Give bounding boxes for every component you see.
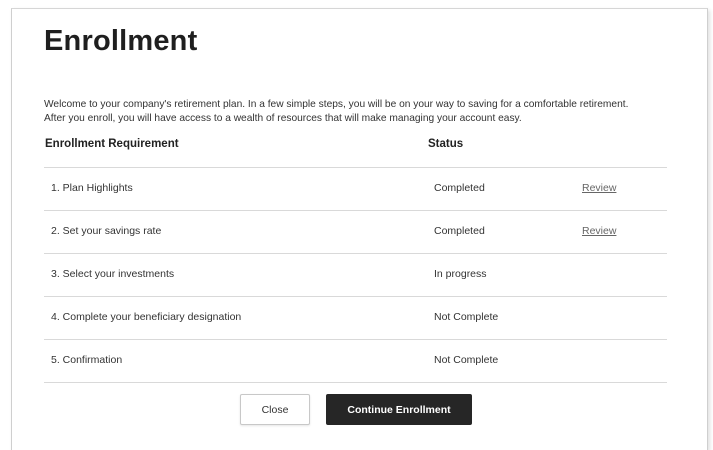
intro-text: Welcome to your company's retirement pla… [44,98,684,126]
row-requirement: 5. Confirmation [51,354,123,366]
row-status: Not Complete [434,311,499,323]
row-requirement: 4. Complete your beneficiary designation [51,311,242,323]
table-row: 3. Select your investments In progress [44,254,667,297]
row-status: Not Complete [434,354,499,366]
enrollment-table: Enrollment Requirement Status 1. Plan Hi… [44,136,667,383]
row-requirement: 3. Select your investments [51,268,175,280]
page-title: Enrollment [44,25,198,57]
review-link[interactable]: Review [582,182,616,194]
row-requirement: 2. Set your savings rate [51,225,162,237]
row-requirement: 1. Plan Highlights [51,182,133,194]
action-buttons: Close Continue Enrollment [12,394,707,426]
enrollment-panel: Enrollment Welcome to your company's ret… [11,8,708,450]
table-row: 5. Confirmation Not Complete [44,340,667,383]
table-row: 1. Plan Highlights Completed Review [44,168,667,211]
intro-line-1: Welcome to your company's retirement pla… [44,99,629,110]
header-status: Status [428,138,464,150]
row-status: Completed [434,225,485,237]
row-status: In progress [434,268,487,280]
row-status: Completed [434,182,485,194]
table-row: 2. Set your savings rate Completed Revie… [44,211,667,254]
header-requirement: Enrollment Requirement [45,138,179,150]
close-button[interactable]: Close [240,394,310,425]
table-header: Enrollment Requirement Status [44,136,667,168]
table-row: 4. Complete your beneficiary designation… [44,297,667,340]
review-link[interactable]: Review [582,225,616,237]
intro-line-2: After you enroll, you will have access t… [44,113,522,124]
continue-enrollment-button[interactable]: Continue Enrollment [326,394,472,425]
